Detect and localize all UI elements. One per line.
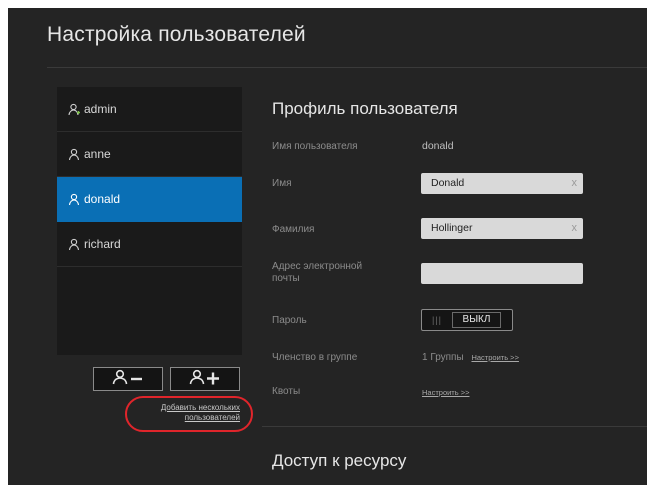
user-list-item-anne[interactable]: anne bbox=[57, 132, 242, 177]
quota-value: Настроить >> bbox=[422, 386, 470, 398]
email-label-line1: Адрес электронной bbox=[272, 261, 363, 272]
password-label: Пароль bbox=[272, 315, 307, 326]
clear-last-name-icon[interactable]: x bbox=[572, 218, 578, 239]
quota-label: Квоты bbox=[272, 386, 301, 397]
first-name-label: Имя bbox=[272, 178, 292, 189]
password-toggle-state: ВЫКЛ bbox=[452, 312, 501, 328]
username-label: Имя пользователя bbox=[272, 141, 358, 152]
title-divider bbox=[47, 67, 647, 68]
first-name-field[interactable]: Donald x bbox=[421, 173, 583, 194]
configure-quota-link[interactable]: Настроить >> bbox=[422, 388, 470, 397]
group-count: 1 Группы bbox=[422, 352, 464, 363]
user-icon bbox=[68, 148, 81, 161]
user-name: donald bbox=[84, 192, 121, 206]
user-icon bbox=[68, 238, 81, 251]
add-user-button[interactable] bbox=[170, 367, 240, 391]
user-list-item-admin[interactable]: admin bbox=[57, 87, 242, 132]
last-name-value: Hollinger bbox=[431, 222, 473, 234]
user-icon bbox=[68, 193, 81, 206]
user-admin-icon bbox=[68, 103, 81, 116]
profile-section-title: Профиль пользователя bbox=[272, 99, 458, 118]
page-title: Настройка пользователей bbox=[47, 23, 306, 46]
clear-first-name-icon[interactable]: x bbox=[572, 173, 578, 194]
username-value: donald bbox=[422, 140, 454, 152]
remove-user-button[interactable] bbox=[93, 367, 163, 391]
highlight-circle bbox=[125, 396, 253, 432]
section-divider bbox=[262, 426, 647, 427]
user-name: admin bbox=[84, 102, 117, 116]
password-toggle[interactable]: ||| ВЫКЛ bbox=[421, 309, 513, 331]
configure-groups-link[interactable]: Настроить >> bbox=[471, 353, 519, 362]
share-access-section-title: Доступ к ресурсу bbox=[272, 451, 407, 470]
user-name: anne bbox=[84, 147, 111, 161]
user-list-item-donald[interactable]: donald bbox=[57, 177, 242, 222]
group-membership-label: Членство в группе bbox=[272, 352, 358, 363]
user-name: richard bbox=[84, 237, 121, 251]
user-plus-icon bbox=[188, 369, 222, 390]
user-minus-icon bbox=[111, 369, 145, 390]
last-name-field[interactable]: Hollinger x bbox=[421, 218, 583, 239]
toggle-grip-icon: ||| bbox=[431, 315, 442, 325]
email-label-line2: почты bbox=[272, 273, 300, 284]
email-label: Адрес электронной почты bbox=[272, 261, 362, 285]
email-field[interactable] bbox=[421, 263, 583, 284]
first-name-value: Donald bbox=[431, 177, 465, 189]
group-membership-value: 1 Группы Настроить >> bbox=[422, 352, 519, 363]
user-list: admin anne donald richard bbox=[57, 87, 242, 355]
user-list-item-richard[interactable]: richard bbox=[57, 222, 242, 267]
last-name-label: Фамилия bbox=[272, 224, 315, 235]
